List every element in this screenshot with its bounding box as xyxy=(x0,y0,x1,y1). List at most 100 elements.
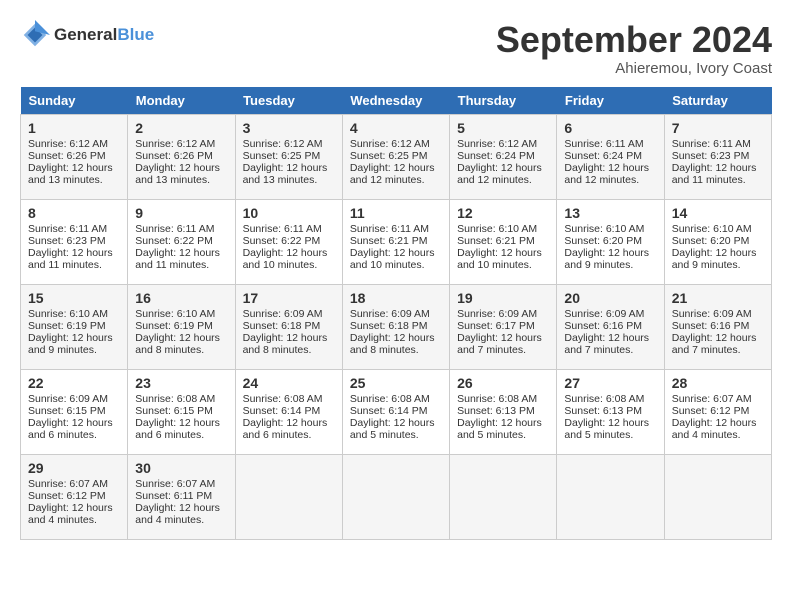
calendar-cell: 1Sunrise: 6:12 AMSunset: 6:26 PMDaylight… xyxy=(21,114,128,199)
day-info-line: Sunrise: 6:10 AM xyxy=(135,308,227,320)
day-info-line: Sunset: 6:14 PM xyxy=(243,405,335,417)
day-number: 1 xyxy=(28,120,120,136)
day-info-line: and 9 minutes. xyxy=(28,344,120,356)
day-info-line: Sunrise: 6:11 AM xyxy=(350,223,442,235)
page-header: GeneralBlue September 2024 Ahieremou, Iv… xyxy=(20,20,772,77)
day-info-line: Sunset: 6:23 PM xyxy=(28,235,120,247)
day-number: 2 xyxy=(135,120,227,136)
day-info-line: and 7 minutes. xyxy=(672,344,764,356)
day-number: 11 xyxy=(350,205,442,221)
calendar-week-row: 1 Sunrise: 6:12 AM Sunset: 6:26 PM Daylight… xyxy=(21,114,772,199)
day-info-line: and 4 minutes. xyxy=(135,514,227,526)
day-of-week-header: Wednesday xyxy=(342,87,449,115)
calendar-cell: 13Sunrise: 6:10 AMSunset: 6:20 PMDayligh… xyxy=(557,199,664,284)
day-number: 28 xyxy=(672,375,764,391)
day-number: 16 xyxy=(135,290,227,306)
day-info-line: Sunset: 6:18 PM xyxy=(243,320,335,332)
calendar-cell: 25Sunrise: 6:08 AMSunset: 6:14 PMDayligh… xyxy=(342,369,449,454)
day-info-line: Sunset: 6:19 PM xyxy=(28,320,120,332)
day-info-line: and 11 minutes. xyxy=(672,174,764,186)
day-info-line: Daylight: 12 hours xyxy=(457,417,549,429)
day-info-line: and 6 minutes. xyxy=(135,429,227,441)
calendar-cell: 2Sunrise: 6:12 AMSunset: 6:26 PMDaylight… xyxy=(128,114,235,199)
day-info-line: and 10 minutes. xyxy=(243,259,335,271)
day-info-line: Sunrise: 6:12 AM xyxy=(135,138,227,150)
day-info-line: Sunset: 6:20 PM xyxy=(564,235,656,247)
day-info-line: and 13 minutes. xyxy=(135,174,227,186)
day-number: 19 xyxy=(457,290,549,306)
day-of-week-header: Saturday xyxy=(664,87,771,115)
calendar-cell: 20Sunrise: 6:09 AMSunset: 6:16 PMDayligh… xyxy=(557,284,664,369)
day-info-line: and 9 minutes. xyxy=(564,259,656,271)
day-info-line: Sunrise: 6:07 AM xyxy=(672,393,764,405)
day-info-line: Sunset: 6:11 PM xyxy=(135,490,227,502)
calendar-cell: 22Sunrise: 6:09 AMSunset: 6:15 PMDayligh… xyxy=(21,369,128,454)
calendar-cell xyxy=(235,454,342,539)
day-info-line: Daylight: 12 hours xyxy=(243,417,335,429)
day-info-line: and 4 minutes. xyxy=(28,514,120,526)
day-info-line: and 7 minutes. xyxy=(564,344,656,356)
day-number: 6 xyxy=(564,120,656,136)
day-info-line: and 8 minutes. xyxy=(350,344,442,356)
calendar-cell: 11Sunrise: 6:11 AMSunset: 6:21 PMDayligh… xyxy=(342,199,449,284)
calendar-header-row: SundayMondayTuesdayWednesdayThursdayFrid… xyxy=(21,87,772,115)
day-info-line: Sunset: 6:22 PM xyxy=(243,235,335,247)
day-info-line: Sunrise: 6:11 AM xyxy=(672,138,764,150)
day-number: 7 xyxy=(672,120,764,136)
day-info-line: Sunset: 6:20 PM xyxy=(672,235,764,247)
day-info-line: Daylight: 12 hours xyxy=(672,162,764,174)
day-info-line: Daylight: 12 hours xyxy=(135,332,227,344)
calendar-cell: 18Sunrise: 6:09 AMSunset: 6:18 PMDayligh… xyxy=(342,284,449,369)
calendar-cell xyxy=(450,454,557,539)
day-info-line: and 11 minutes. xyxy=(135,259,227,271)
day-info-line: and 8 minutes. xyxy=(243,344,335,356)
calendar-cell: 10Sunrise: 6:11 AMSunset: 6:22 PMDayligh… xyxy=(235,199,342,284)
day-info-line: Sunrise: 6:11 AM xyxy=(28,223,120,235)
day-number: 13 xyxy=(564,205,656,221)
day-info-line: and 10 minutes. xyxy=(350,259,442,271)
day-info-line: Sunrise: 6:09 AM xyxy=(350,308,442,320)
day-number: 14 xyxy=(672,205,764,221)
day-info-line: Sunset: 6:23 PM xyxy=(672,150,764,162)
day-info-line: Sunset: 6:13 PM xyxy=(457,405,549,417)
calendar-cell: 3Sunrise: 6:12 AMSunset: 6:25 PMDaylight… xyxy=(235,114,342,199)
day-info-line: and 4 minutes. xyxy=(672,429,764,441)
day-info-line: Sunset: 6:25 PM xyxy=(350,150,442,162)
day-info-line: Sunset: 6:12 PM xyxy=(672,405,764,417)
day-info-line: Sunrise: 6:10 AM xyxy=(672,223,764,235)
calendar-cell xyxy=(342,454,449,539)
calendar-cell: 30Sunrise: 6:07 AMSunset: 6:11 PMDayligh… xyxy=(128,454,235,539)
day-info-line: and 5 minutes. xyxy=(564,429,656,441)
day-number: 27 xyxy=(564,375,656,391)
day-info-line: Daylight: 12 hours xyxy=(350,162,442,174)
day-number: 17 xyxy=(243,290,335,306)
day-info-line: Sunrise: 6:11 AM xyxy=(564,138,656,150)
calendar-cell: 26Sunrise: 6:08 AMSunset: 6:13 PMDayligh… xyxy=(450,369,557,454)
calendar-cell: 19Sunrise: 6:09 AMSunset: 6:17 PMDayligh… xyxy=(450,284,557,369)
day-number: 18 xyxy=(350,290,442,306)
day-info-line: Sunrise: 6:08 AM xyxy=(135,393,227,405)
day-info-line: Sunset: 6:25 PM xyxy=(243,150,335,162)
day-info-line: and 7 minutes. xyxy=(457,344,549,356)
day-info-line: Sunrise: 6:12 AM xyxy=(243,138,335,150)
day-info-line: Daylight: 12 hours xyxy=(350,332,442,344)
day-info-line: Daylight: 12 hours xyxy=(28,332,120,344)
calendar-cell: 29Sunrise: 6:07 AMSunset: 6:12 PMDayligh… xyxy=(21,454,128,539)
day-info-line: Daylight: 12 hours xyxy=(243,247,335,259)
day-info-line: Daylight: 12 hours xyxy=(672,247,764,259)
calendar-cell: 14 Sunrise: 6:10 AMSunset: 6:20 PMDayligh… xyxy=(664,199,771,284)
day-number: 3 xyxy=(243,120,335,136)
day-info-line: Sunrise: 6:12 AM xyxy=(350,138,442,150)
calendar-cell: 28Sunrise: 6:07 AMSunset: 6:12 PMDayligh… xyxy=(664,369,771,454)
day-info-line: Daylight: 12 hours xyxy=(135,162,227,174)
day-info-line: Sunset: 6:26 PM xyxy=(28,150,120,162)
day-info-line: Sunset: 6:12 PM xyxy=(28,490,120,502)
day-info-line: and 12 minutes. xyxy=(457,174,549,186)
day-info-line: Sunset: 6:15 PM xyxy=(135,405,227,417)
day-info-line: Daylight: 12 hours xyxy=(243,332,335,344)
day-of-week-header: Monday xyxy=(128,87,235,115)
day-info-line: Sunrise: 6:09 AM xyxy=(564,308,656,320)
day-info-line: Daylight: 12 hours xyxy=(135,247,227,259)
day-info-line: Sunset: 6:13 PM xyxy=(564,405,656,417)
calendar-week-row: 22Sunrise: 6:09 AMSunset: 6:15 PMDayligh… xyxy=(21,369,772,454)
